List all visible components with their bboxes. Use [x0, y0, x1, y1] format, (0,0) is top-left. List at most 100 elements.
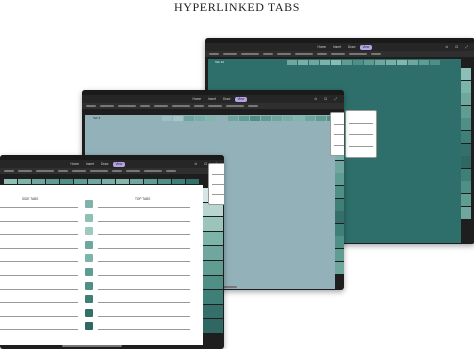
ribbon-button[interactable]	[140, 105, 150, 107]
top-tab[interactable]	[173, 116, 184, 121]
tab-link-icon[interactable]	[85, 240, 93, 249]
ribbon-button[interactable]	[72, 170, 86, 172]
side-tab[interactable]	[461, 156, 471, 169]
tab-link-icon[interactable]	[85, 213, 93, 222]
top-tab[interactable]	[272, 116, 283, 121]
side-tab[interactable]	[203, 304, 223, 319]
menu-view[interactable]: View	[359, 44, 372, 50]
tab-link-icon[interactable]	[85, 227, 93, 236]
ribbon-button[interactable]	[223, 53, 237, 55]
top-tab[interactable]	[32, 179, 46, 184]
top-tab[interactable]	[4, 179, 18, 184]
tab-link-icon[interactable]	[85, 308, 93, 317]
ribbon-button[interactable]	[263, 53, 273, 55]
side-tab[interactable]	[335, 236, 344, 249]
side-tab[interactable]	[203, 290, 223, 304]
ribbon-button[interactable]	[208, 105, 222, 107]
side-tab[interactable]	[461, 118, 471, 131]
ribbon-button[interactable]	[166, 170, 176, 172]
ribbon-button[interactable]	[371, 53, 381, 55]
side-tab[interactable]	[203, 246, 223, 260]
ribbon-button[interactable]	[331, 53, 345, 55]
top-tab[interactable]	[397, 60, 408, 65]
top-tab[interactable]	[88, 179, 102, 184]
tab-link-icon[interactable]	[85, 268, 93, 276]
top-tab[interactable]	[342, 60, 353, 65]
ribbon-button[interactable]	[172, 105, 190, 107]
top-tab[interactable]	[158, 179, 172, 184]
side-tab[interactable]	[335, 261, 344, 274]
top-tab[interactable]	[375, 60, 386, 65]
side-tab[interactable]	[335, 211, 344, 224]
top-tab[interactable]	[18, 179, 32, 184]
menu-insert[interactable]: Insert	[331, 45, 344, 50]
side-tab[interactable]	[461, 194, 471, 206]
ribbon-button[interactable]	[4, 170, 14, 172]
menu-insert[interactable]: Insert	[206, 97, 219, 102]
menu-draw[interactable]: Draw	[221, 97, 233, 102]
ribbon-button[interactable]	[112, 170, 122, 172]
top-tab[interactable]	[309, 60, 320, 65]
side-tab[interactable]	[461, 93, 471, 106]
menu-home[interactable]: Home	[315, 45, 329, 50]
side-tab[interactable]	[203, 319, 223, 333]
side-tab[interactable]	[203, 261, 223, 275]
ribbon-button[interactable]	[209, 53, 219, 55]
top-tab[interactable]	[239, 116, 250, 121]
top-tab[interactable]	[186, 179, 200, 184]
side-tab[interactable]	[461, 68, 471, 80]
top-tab[interactable]	[305, 116, 316, 121]
tab-link-icon[interactable]	[85, 200, 93, 208]
side-tab[interactable]	[203, 275, 223, 290]
side-tab[interactable]	[461, 143, 471, 156]
menu-view[interactable]: View	[234, 96, 247, 102]
side-tab[interactable]	[461, 105, 471, 118]
top-tab[interactable]	[217, 116, 228, 121]
top-tab[interactable]	[408, 60, 419, 65]
top-tab[interactable]	[195, 116, 206, 121]
ribbon-button[interactable]	[241, 53, 259, 55]
tab-link-icon[interactable]	[85, 295, 93, 304]
side-tab[interactable]	[335, 223, 344, 236]
side-tab[interactable]	[461, 181, 471, 194]
top-tab[interactable]	[287, 60, 298, 65]
top-tab[interactable]	[298, 60, 309, 65]
top-tab[interactable]	[283, 116, 294, 121]
ribbon-button[interactable]	[144, 170, 162, 172]
side-tab[interactable]	[203, 231, 223, 246]
ribbon-button[interactable]	[295, 53, 313, 55]
ribbon-button[interactable]	[36, 170, 54, 172]
menu-view[interactable]: View	[112, 161, 125, 167]
menu-insert[interactable]: Insert	[84, 162, 97, 167]
top-tab[interactable]	[430, 60, 441, 65]
ribbon-button[interactable]	[58, 170, 68, 172]
side-tab[interactable]	[335, 249, 344, 261]
ribbon-button[interactable]	[194, 105, 204, 107]
top-tab[interactable]	[294, 116, 305, 121]
top-tab[interactable]	[331, 60, 342, 65]
ribbon-button[interactable]	[349, 53, 367, 55]
top-tab[interactable]	[184, 116, 195, 121]
top-tab[interactable]	[364, 60, 375, 65]
toolbar-icons[interactable]: ⊙ ⊡ ⤢	[445, 45, 471, 49]
side-tab[interactable]	[335, 186, 344, 198]
top-tab[interactable]	[228, 116, 239, 121]
ribbon-button[interactable]	[18, 170, 32, 172]
toolbar-icons[interactable]: ⊙ ⊡ ⤢	[314, 97, 340, 101]
ribbon-button[interactable]	[317, 53, 327, 55]
top-tab[interactable]	[250, 116, 261, 121]
top-tab[interactable]	[144, 179, 158, 184]
tab-link-icon[interactable]	[85, 254, 93, 263]
top-tab[interactable]	[316, 116, 327, 121]
top-tab[interactable]	[60, 179, 74, 184]
ribbon-button[interactable]	[86, 105, 96, 107]
top-tab[interactable]	[386, 60, 397, 65]
top-tab[interactable]	[261, 116, 272, 121]
top-tab[interactable]	[353, 60, 364, 65]
ribbon-button[interactable]	[90, 170, 108, 172]
top-tab[interactable]	[102, 179, 116, 184]
tab-link-icon[interactable]	[85, 322, 93, 331]
side-tab[interactable]	[461, 168, 471, 181]
top-tab[interactable]	[172, 179, 186, 184]
menu-home[interactable]: Home	[68, 162, 82, 167]
